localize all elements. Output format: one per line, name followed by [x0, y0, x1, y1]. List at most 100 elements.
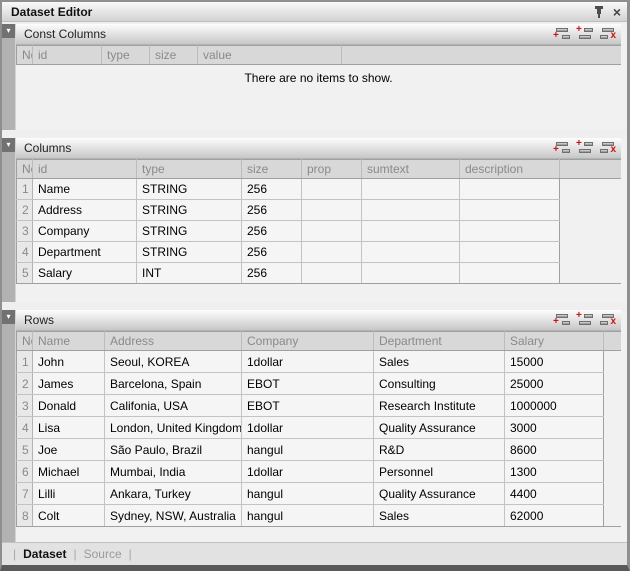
collapse-arrow-icon[interactable]: ▾ — [2, 138, 15, 152]
cell[interactable]: STRING — [137, 221, 242, 242]
cell[interactable]: 256 — [242, 221, 302, 242]
cell[interactable]: Sales — [374, 505, 505, 527]
collapse-arrow-icon[interactable]: ▾ — [2, 24, 15, 38]
column-header[interactable]: Address — [105, 332, 242, 351]
row-number-cell[interactable]: 4 — [17, 242, 33, 263]
cell[interactable]: Donald — [33, 395, 105, 417]
cell[interactable]: 1dollar — [242, 417, 374, 439]
column-header[interactable]: description — [460, 160, 560, 179]
cell[interactable]: Lilli — [33, 483, 105, 505]
cell[interactable]: Salary — [33, 263, 137, 284]
table-row[interactable]: 1JohnSeoul, KOREA1dollarSales15000 — [17, 351, 622, 373]
pin-button[interactable] — [593, 5, 605, 19]
cell[interactable]: 1300 — [505, 461, 604, 483]
cell[interactable]: Sydney, NSW, Australia — [105, 505, 242, 527]
cell[interactable]: Company — [33, 221, 137, 242]
cell[interactable] — [302, 263, 362, 284]
close-icon[interactable]: × — [613, 5, 621, 19]
column-header[interactable]: id — [33, 160, 137, 179]
column-header[interactable]: Name — [33, 332, 105, 351]
table-row[interactable]: 3CompanySTRING256 — [17, 221, 622, 242]
column-header[interactable]: type — [137, 160, 242, 179]
cell[interactable]: hangul — [242, 439, 374, 461]
row-number-cell[interactable]: 1 — [17, 179, 33, 200]
cell[interactable]: James — [33, 373, 105, 395]
row-number-cell[interactable]: 2 — [17, 373, 33, 395]
row-number-cell[interactable]: 2 — [17, 200, 33, 221]
row-number-cell[interactable]: 3 — [17, 395, 33, 417]
cell[interactable] — [362, 179, 460, 200]
cell[interactable]: 62000 — [505, 505, 604, 527]
column-header[interactable]: No — [17, 332, 33, 351]
cell[interactable] — [362, 242, 460, 263]
cell[interactable]: São Paulo, Brazil — [105, 439, 242, 461]
delete-row-icon[interactable]: x — [599, 313, 617, 327]
cell[interactable]: 4400 — [505, 483, 604, 505]
cell[interactable]: 8600 — [505, 439, 604, 461]
table-row[interactable]: 7LilliAnkara, TurkeyhangulQuality Assura… — [17, 483, 622, 505]
add-row-icon[interactable]: + — [553, 313, 571, 327]
table-row[interactable]: 5SalaryINT256 — [17, 263, 622, 284]
cell[interactable]: R&D — [374, 439, 505, 461]
column-header[interactable]: Company — [242, 332, 374, 351]
cell[interactable] — [362, 200, 460, 221]
cell[interactable] — [302, 200, 362, 221]
insert-row-icon[interactable]: + — [576, 141, 594, 155]
cell[interactable]: Name — [33, 179, 137, 200]
table-row[interactable]: 4DepartmentSTRING256 — [17, 242, 622, 263]
insert-row-icon[interactable]: + — [576, 27, 594, 41]
cell[interactable]: Address — [33, 200, 137, 221]
column-header[interactable]: value — [198, 46, 342, 65]
row-number-cell[interactable]: 8 — [17, 505, 33, 527]
table-row[interactable]: 2AddressSTRING256 — [17, 200, 622, 221]
cell[interactable]: hangul — [242, 483, 374, 505]
cell[interactable] — [460, 263, 560, 284]
cell[interactable]: Mumbai, India — [105, 461, 242, 483]
cell[interactable]: 3000 — [505, 417, 604, 439]
row-number-cell[interactable]: 6 — [17, 461, 33, 483]
cell[interactable]: Lisa — [33, 417, 105, 439]
insert-row-icon[interactable]: + — [576, 313, 594, 327]
cell[interactable]: 1dollar — [242, 461, 374, 483]
cell[interactable]: Seoul, KOREA — [105, 351, 242, 373]
cell[interactable] — [460, 179, 560, 200]
column-header[interactable]: size — [242, 160, 302, 179]
cell[interactable]: Michael — [33, 461, 105, 483]
column-header[interactable]: size — [150, 46, 198, 65]
cell[interactable]: 256 — [242, 200, 302, 221]
column-header[interactable]: No — [17, 46, 33, 65]
cell[interactable]: Department — [33, 242, 137, 263]
cell[interactable]: hangul — [242, 505, 374, 527]
delete-row-icon[interactable]: x — [599, 141, 617, 155]
cell[interactable]: 15000 — [505, 351, 604, 373]
cell[interactable] — [362, 263, 460, 284]
cell[interactable]: STRING — [137, 179, 242, 200]
cell[interactable]: STRING — [137, 200, 242, 221]
cell[interactable]: 256 — [242, 263, 302, 284]
add-row-icon[interactable]: + — [553, 141, 571, 155]
cell[interactable]: STRING — [137, 242, 242, 263]
cell[interactable]: 1dollar — [242, 351, 374, 373]
column-header[interactable]: prop — [302, 160, 362, 179]
cell[interactable]: EBOT — [242, 395, 374, 417]
cell[interactable]: Califonia, USA — [105, 395, 242, 417]
cell[interactable]: Consulting — [374, 373, 505, 395]
delete-row-icon[interactable]: x — [599, 27, 617, 41]
cell[interactable]: Personnel — [374, 461, 505, 483]
table-row[interactable]: 5JoeSão Paulo, BrazilhangulR&D8600 — [17, 439, 622, 461]
cell[interactable]: 25000 — [505, 373, 604, 395]
row-number-cell[interactable]: 1 — [17, 351, 33, 373]
row-number-cell[interactable]: 7 — [17, 483, 33, 505]
cell[interactable]: Ankara, Turkey — [105, 483, 242, 505]
cell[interactable] — [302, 179, 362, 200]
tab-dataset[interactable]: Dataset — [23, 547, 66, 561]
cell[interactable] — [460, 200, 560, 221]
cell[interactable]: Barcelona, Spain — [105, 373, 242, 395]
cell[interactable] — [460, 221, 560, 242]
cell[interactable]: 1000000 — [505, 395, 604, 417]
table-row[interactable]: 1NameSTRING256 — [17, 179, 622, 200]
table-row[interactable]: 8ColtSydney, NSW, AustraliahangulSales62… — [17, 505, 622, 527]
column-header[interactable]: Salary — [505, 332, 604, 351]
table-row[interactable]: 4LisaLondon, United Kingdom1dollarQualit… — [17, 417, 622, 439]
column-header[interactable]: No — [17, 160, 33, 179]
